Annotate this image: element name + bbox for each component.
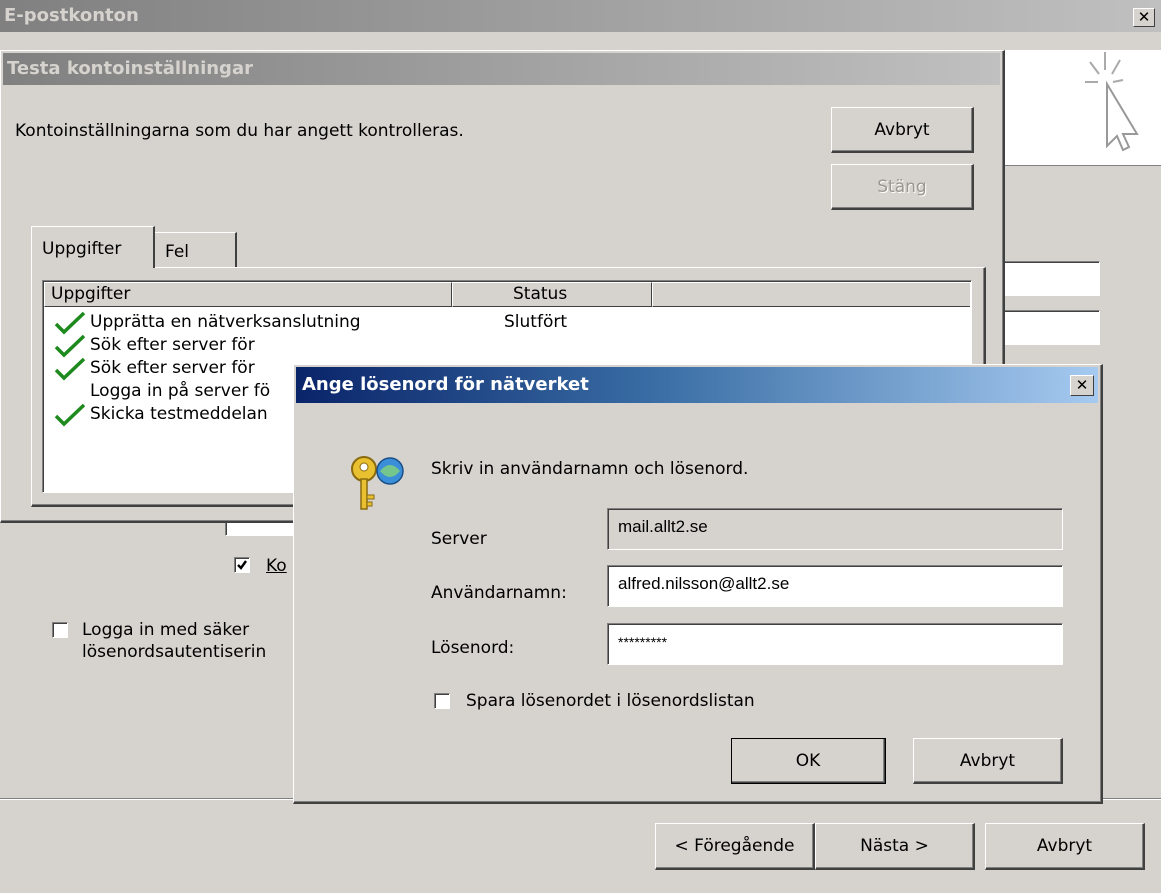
- task-name: Upprätta en nätverksanslutning: [90, 312, 361, 332]
- table-row[interactable]: Sök efter server för: [44, 334, 970, 358]
- checkmark-icon: [54, 334, 86, 358]
- test-cancel-button[interactable]: Avbryt: [831, 107, 974, 153]
- cursor-sparkle-icon: [1085, 52, 1139, 152]
- column-header-task[interactable]: Uppgifter: [44, 282, 452, 307]
- password-dialog-close-button[interactable]: ✕: [1070, 375, 1094, 396]
- next-button[interactable]: Nästa >: [815, 823, 975, 870]
- task-list-header: Uppgifter Status: [44, 282, 970, 307]
- tab-fel-label: Fel: [165, 242, 190, 262]
- wizard-cancel-label: Avbryt: [1036, 836, 1093, 856]
- server-label: Server: [431, 529, 487, 549]
- password-cancel-label: Avbryt: [959, 750, 1016, 771]
- check-icon: [237, 560, 247, 570]
- password-label: Lösenord:: [431, 638, 515, 658]
- wizard-cancel-button[interactable]: Avbryt: [985, 823, 1145, 870]
- task-name: Skicka testmeddelan: [90, 404, 268, 424]
- close-icon: ✕: [1075, 376, 1089, 394]
- column-header-status[interactable]: Status: [452, 282, 652, 307]
- server-field-value: mail.allt2.se: [618, 517, 708, 536]
- password-cancel-button[interactable]: Avbryt: [913, 738, 1063, 784]
- task-status: Slutfört: [504, 312, 567, 332]
- spa-checkbox[interactable]: [52, 622, 68, 638]
- column-header-status-label: Status: [513, 284, 568, 304]
- task-name: Sök efter server för: [90, 335, 255, 355]
- network-password-dialog: Ange lösenord för nätverket ✕ Skriv in a…: [293, 364, 1103, 804]
- checkmark-icon: [54, 311, 86, 335]
- table-row[interactable]: Upprätta en nätverksanslutning Slutfört: [44, 311, 970, 335]
- column-header-task-label: Uppgifter: [51, 284, 131, 304]
- task-name: Sök efter server för: [90, 358, 255, 378]
- password-field-value: *********: [618, 634, 668, 650]
- tab-uppgifter[interactable]: Uppgifter: [31, 226, 155, 268]
- key-icon: [351, 456, 404, 510]
- test-cancel-label: Avbryt: [874, 119, 930, 140]
- test-close-label: Stäng: [877, 176, 927, 197]
- spa-label-line2: lösenordsautentiserin: [82, 642, 267, 662]
- test-close-button[interactable]: Stäng: [831, 164, 974, 210]
- main-window-title: E-postkonton: [4, 5, 139, 26]
- bg-checkbox-ko[interactable]: [234, 557, 250, 573]
- ok-button-label: OK: [795, 750, 821, 771]
- password-field[interactable]: *********: [607, 623, 1063, 665]
- back-button[interactable]: < Föregående: [655, 823, 815, 870]
- bg-checkbox-ko-label: Ko: [266, 556, 287, 576]
- bg-field-1[interactable]: [1003, 261, 1100, 296]
- spa-label-line1: Logga in med säker: [82, 620, 250, 640]
- main-window-titlebar[interactable]: E-postkonton ✕: [0, 0, 1161, 32]
- checkmark-icon: [54, 357, 86, 381]
- save-password-label: Spara lösenordet i lösenordslistan: [466, 691, 755, 711]
- save-password-checkbox[interactable]: [434, 693, 450, 709]
- tab-fel[interactable]: Fel: [155, 232, 237, 268]
- wizard-header-area: [1005, 50, 1161, 166]
- column-header-empty: [652, 282, 970, 307]
- next-button-label: Nästa >: [860, 836, 929, 856]
- checkmark-icon: [54, 403, 86, 427]
- back-button-label: < Föregående: [674, 836, 795, 856]
- close-icon: ✕: [1137, 8, 1151, 26]
- username-label: Användarnamn:: [431, 583, 567, 603]
- server-field: mail.allt2.se: [607, 508, 1063, 550]
- test-dialog-titlebar[interactable]: Testa kontoinställningar: [3, 53, 1000, 85]
- ok-button[interactable]: OK: [731, 738, 886, 784]
- password-dialog-titlebar[interactable]: Ange lösenord för nätverket ✕: [296, 367, 1098, 403]
- task-name: Logga in på server fö: [90, 381, 271, 401]
- main-window-close-button[interactable]: ✕: [1133, 8, 1155, 27]
- test-dialog-message: Kontoinställningarna som du har angett k…: [15, 121, 464, 141]
- bg-field-2[interactable]: [1003, 310, 1100, 345]
- password-dialog-title: Ange lösenord för nätverket: [302, 374, 589, 395]
- test-dialog-title: Testa kontoinställningar: [7, 58, 253, 79]
- tab-uppgifter-label: Uppgifter: [42, 239, 122, 259]
- username-field-value: alfred.nilsson@allt2.se: [618, 574, 790, 593]
- password-prompt: Skriv in användarnamn och lösenord.: [431, 459, 749, 479]
- username-field[interactable]: alfred.nilsson@allt2.se: [607, 565, 1063, 607]
